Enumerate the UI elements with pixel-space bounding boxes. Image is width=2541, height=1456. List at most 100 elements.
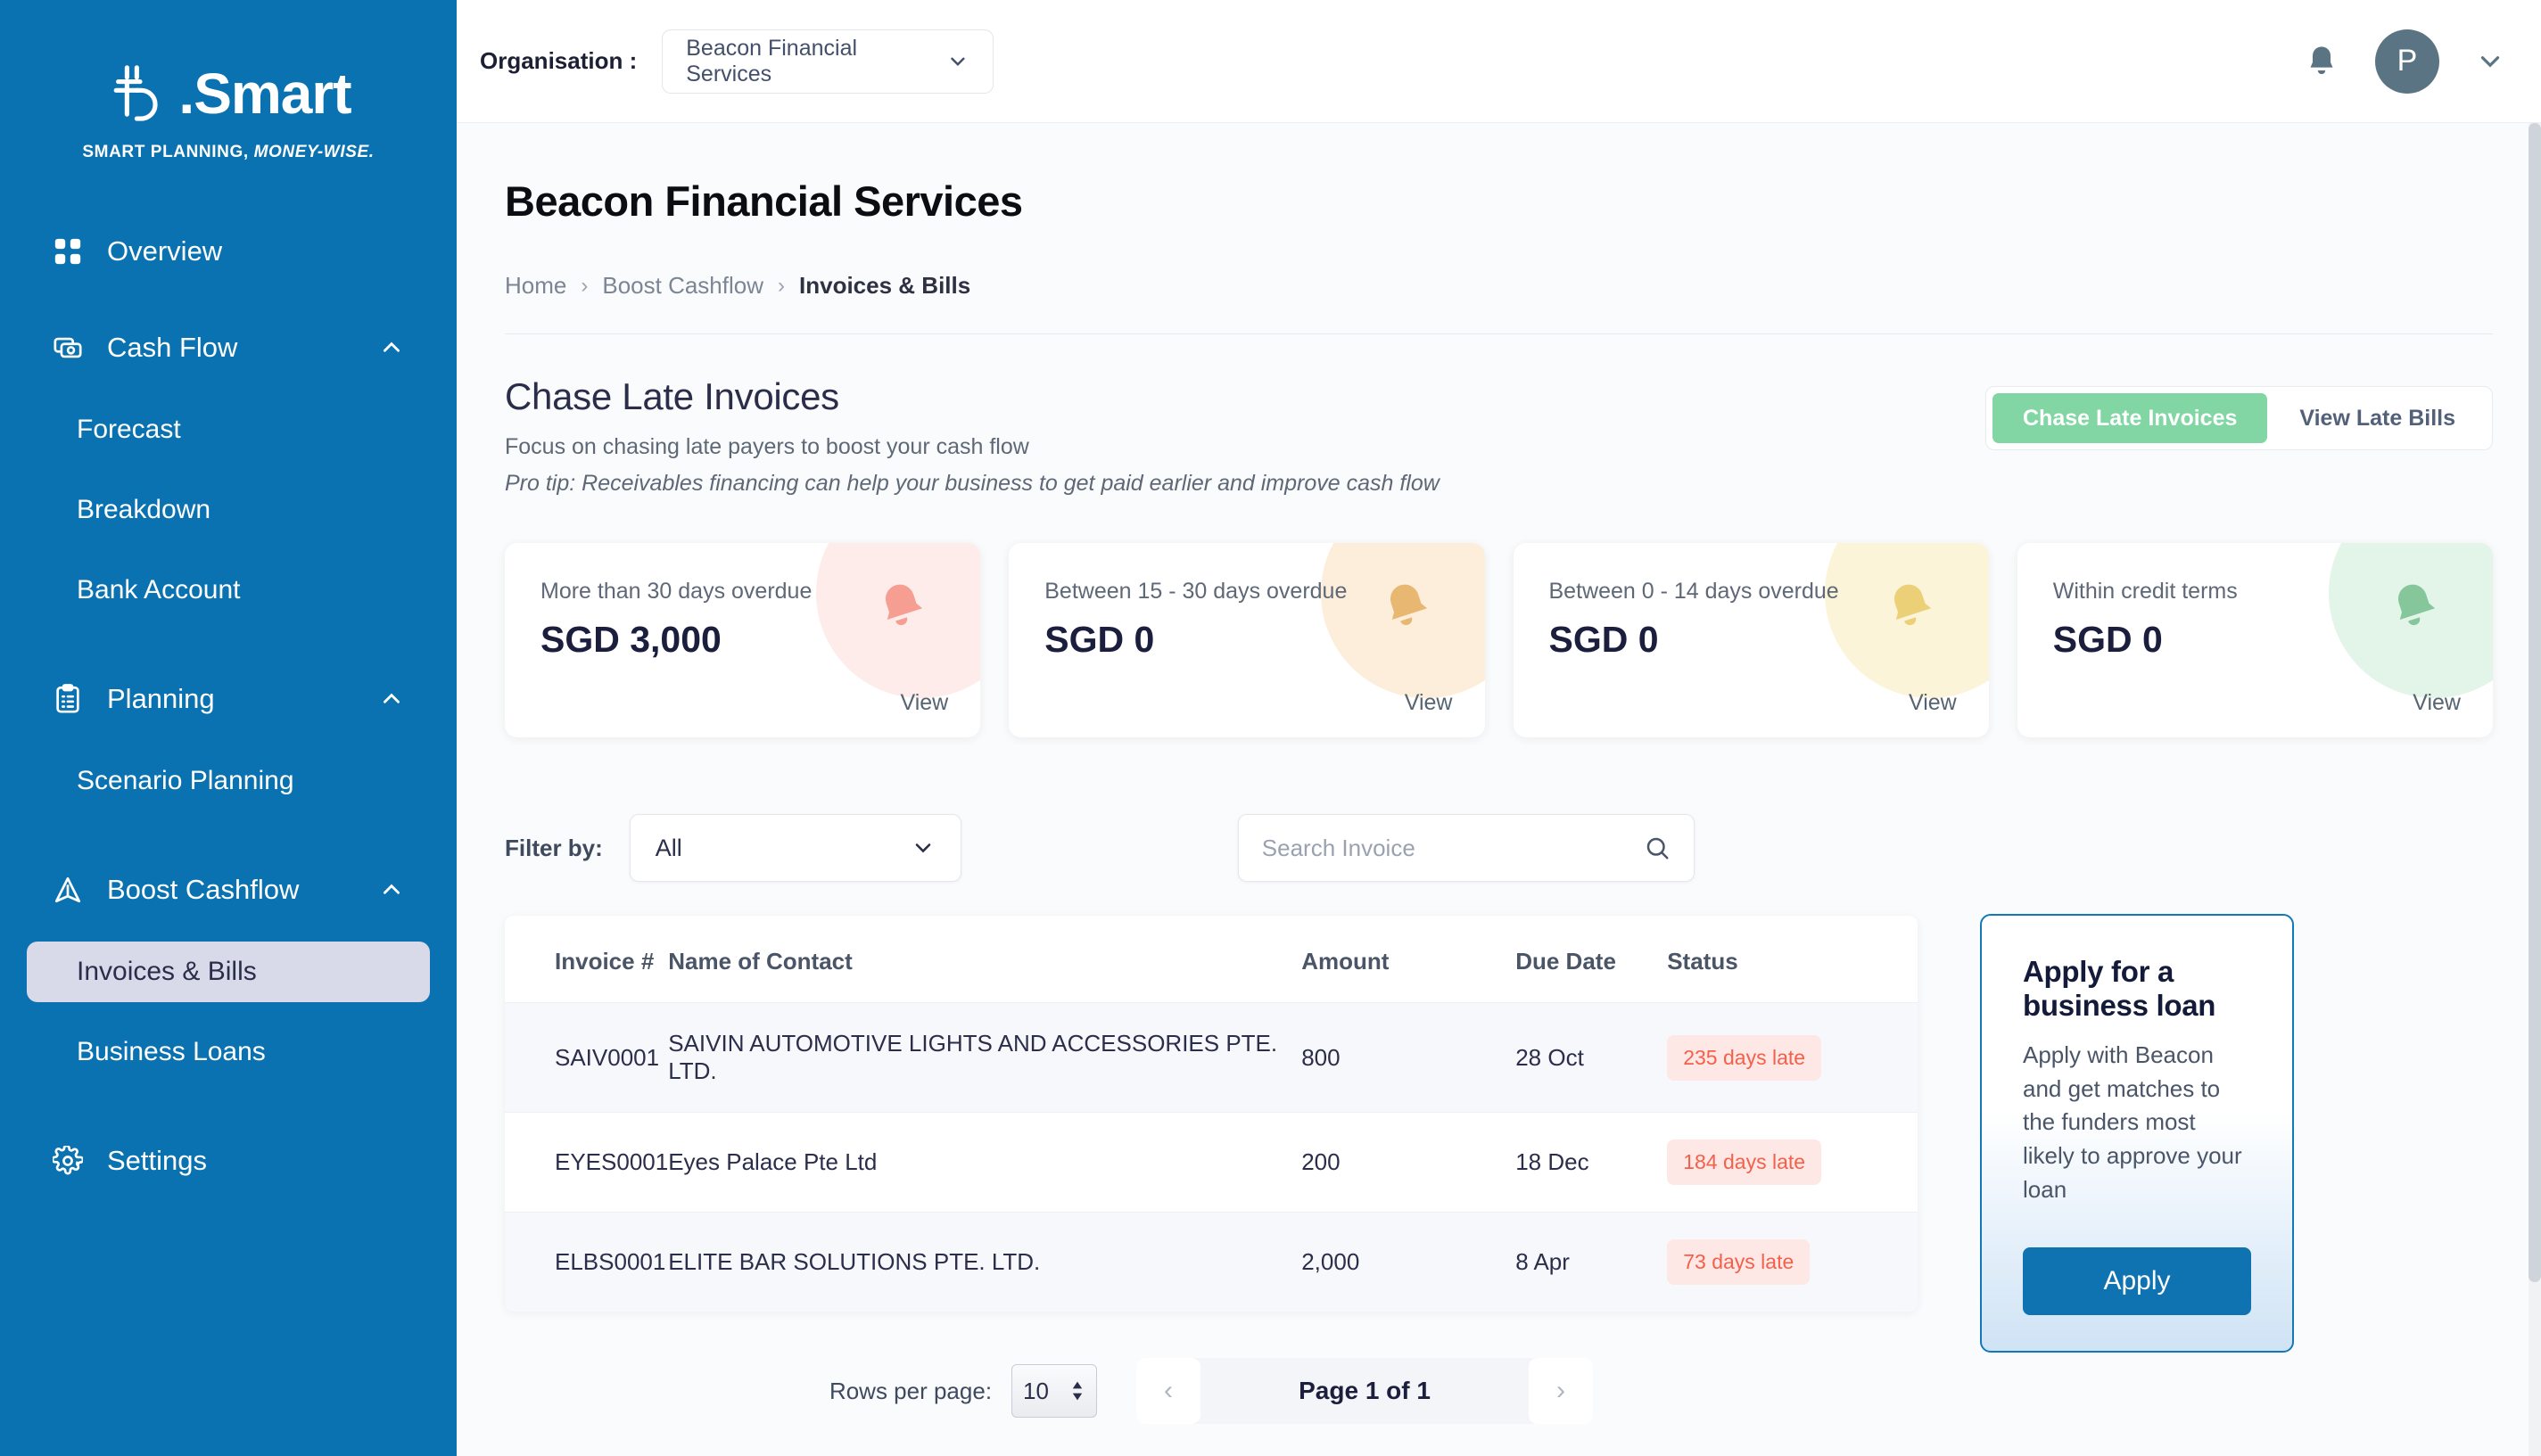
search-input[interactable] xyxy=(1261,834,1644,862)
sidebar-group-planning[interactable]: Planning xyxy=(27,667,430,731)
app-root: .Smart SMART PLANNING, MONEY-WISE. Overv… xyxy=(0,0,2541,1456)
search-icon[interactable] xyxy=(1644,835,1671,861)
sidebar-item-label: Overview xyxy=(107,235,223,267)
boost-icon xyxy=(52,874,84,906)
section-pro-tip: Pro tip: Receivables financing can help … xyxy=(505,471,1440,496)
sidebar-item-breakdown[interactable]: Breakdown xyxy=(27,480,430,540)
cell-contact: Eyes Palace Pte Ltd xyxy=(668,1148,878,1175)
sidebar-group-label: Planning xyxy=(107,683,215,714)
divider xyxy=(505,333,2493,334)
card-label: More than 30 days overdue xyxy=(540,579,813,604)
clipboard-icon xyxy=(52,683,84,715)
cell-due-date: 8 Apr xyxy=(1515,1248,1570,1275)
page-scrollbar[interactable] xyxy=(2529,123,2541,1456)
chevron-down-icon xyxy=(915,843,931,853)
avatar[interactable]: P xyxy=(2375,29,2439,94)
breadcrumb: Home › Boost Cashflow › Invoices & Bills xyxy=(505,272,2493,300)
sidebar-group-label: Cash Flow xyxy=(107,332,238,363)
section-subtitle: Focus on chasing late payers to boost yo… xyxy=(505,434,1029,459)
summary-card-0-14-days[interactable]: Between 0 - 14 days overdue SGD 0 View xyxy=(1513,543,1989,737)
table-row[interactable]: EYES0001 Eyes Palace Pte Ltd 200 18 Dec … xyxy=(505,1112,1918,1213)
avatar-initial: P xyxy=(2397,44,2418,78)
cell-amount: 800 xyxy=(1301,1043,1341,1071)
prev-page-button[interactable]: ‹ xyxy=(1136,1358,1201,1424)
gear-icon xyxy=(52,1145,84,1177)
summary-cards: More than 30 days overdue SGD 3,000 View… xyxy=(505,543,2493,737)
cell-invoice: EYES0001 xyxy=(555,1148,669,1175)
card-view-link[interactable]: View xyxy=(901,690,949,716)
rows-per-page-label: Rows per page: xyxy=(829,1377,993,1404)
filter-selected-value: All xyxy=(655,834,682,861)
sidebar-item-settings[interactable]: Settings xyxy=(27,1129,430,1193)
cell-amount: 2,000 xyxy=(1301,1248,1360,1275)
summary-card-within-credit-terms[interactable]: Within credit terms SGD 0 View xyxy=(2017,543,2493,737)
summary-card-15-30-days[interactable]: Between 15 - 30 days overdue SGD 0 View xyxy=(1009,543,1485,737)
card-value: SGD 0 xyxy=(1548,619,1659,660)
sidebar-group-boost-cashflow[interactable]: Boost Cashflow xyxy=(27,858,430,922)
promo-body: Apply with Beacon and get matches to the… xyxy=(2023,1041,2242,1203)
apply-button[interactable]: Apply xyxy=(2023,1247,2251,1316)
sidebar-item-forecast[interactable]: Forecast xyxy=(27,399,430,460)
sidebar-item-business-loans[interactable]: Business Loans xyxy=(27,1022,430,1082)
breadcrumb-boost-cashflow[interactable]: Boost Cashflow xyxy=(602,272,763,300)
rows-per-page-stepper[interactable]: 10 xyxy=(1011,1364,1098,1418)
breadcrumb-home[interactable]: Home xyxy=(505,272,566,300)
cell-invoice: SAIV0001 xyxy=(555,1043,660,1071)
card-label: Between 0 - 14 days overdue xyxy=(1548,579,1839,604)
chevron-up-icon xyxy=(384,884,400,894)
table-row[interactable]: SAIV0001 SAIVIN AUTOMOTIVE LIGHTS AND AC… xyxy=(505,1002,1918,1113)
card-label: Within credit terms xyxy=(2052,579,2238,604)
notification-bell-icon[interactable] xyxy=(2304,44,2339,79)
card-view-link[interactable]: View xyxy=(1405,690,1453,716)
card-view-link[interactable]: View xyxy=(1909,690,1957,716)
status-badge: 235 days late xyxy=(1667,1034,1822,1081)
cell-amount: 200 xyxy=(1301,1148,1341,1175)
cell-status: 73 days late xyxy=(1667,1213,1918,1312)
logo-tagline: SMART PLANNING, MONEY-WISE. xyxy=(82,143,375,161)
organisation-select[interactable]: Beacon Financial Services xyxy=(662,29,994,94)
pagination-bar: Rows per page: 10 ‹ Page 1 of 1 › xyxy=(505,1358,1918,1424)
sidebar-group-cash-flow[interactable]: Cash Flow xyxy=(27,316,430,380)
organisation-label: Organisation : xyxy=(480,47,638,74)
breadcrumb-separator-icon: › xyxy=(581,273,589,298)
sidebar-item-scenario-planning[interactable]: Scenario Planning xyxy=(27,751,430,811)
sidebar-item-label: Settings xyxy=(107,1145,208,1176)
filter-by-label: Filter by: xyxy=(505,834,603,861)
logo-wordmark: .Smart xyxy=(178,62,351,126)
next-page-button[interactable]: › xyxy=(1529,1358,1594,1424)
breadcrumb-current: Invoices & Bills xyxy=(799,272,971,299)
table-row[interactable]: ELBS0001 ELITE BAR SOLUTIONS PTE. LTD. 2… xyxy=(505,1212,1918,1312)
sidebar-item-overview[interactable]: Overview xyxy=(27,219,430,284)
scrollbar-thumb[interactable] xyxy=(2529,123,2541,1282)
sidebar-group-label: Boost Cashflow xyxy=(107,874,300,905)
tab-chase-late-invoices[interactable]: Chase Late Invoices xyxy=(1992,393,2268,443)
section-header: Chase Late Invoices Focus on chasing lat… xyxy=(505,375,2493,497)
column-contact: Name of Contact xyxy=(668,948,853,975)
summary-card-over-30-days[interactable]: More than 30 days overdue SGD 3,000 View xyxy=(505,543,981,737)
stepper-arrows-icon[interactable] xyxy=(1069,1379,1085,1403)
invoices-table-wrapper: Invoice # Name of Contact Amount Due Dat… xyxy=(505,916,1918,1312)
top-bar: Organisation : Beacon Financial Services… xyxy=(457,0,2541,123)
search-invoice-box[interactable] xyxy=(1237,814,1695,882)
sidebar-item-invoices-bills[interactable]: Invoices & Bills xyxy=(27,942,430,1002)
cell-contact: SAIVIN AUTOMOTIVE LIGHTS AND ACCESSORIES… xyxy=(668,1030,1278,1084)
filter-select[interactable]: All xyxy=(629,814,961,882)
brand-logo: .Smart SMART PLANNING, MONEY-WISE. xyxy=(0,43,457,219)
sidebar: .Smart SMART PLANNING, MONEY-WISE. Overv… xyxy=(0,0,457,1456)
card-value: SGD 3,000 xyxy=(540,619,722,660)
column-due-date: Due Date xyxy=(1515,948,1616,975)
chevron-down-icon[interactable] xyxy=(2475,46,2505,77)
column-invoice: Invoice # xyxy=(555,948,655,975)
main-content: Organisation : Beacon Financial Services… xyxy=(457,0,2541,1456)
pagination-controls: ‹ Page 1 of 1 › xyxy=(1136,1358,1594,1424)
promo-title: Apply for a business loan xyxy=(2023,955,2216,1022)
grid-icon xyxy=(52,235,84,267)
card-view-link[interactable]: View xyxy=(2413,690,2461,716)
sidebar-item-bank-account[interactable]: Bank Account xyxy=(27,560,430,621)
cell-status: 184 days late xyxy=(1667,1113,1918,1213)
column-status: Status xyxy=(1667,948,1738,975)
tab-view-late-bills[interactable]: View Late Bills xyxy=(2269,393,2486,443)
view-toggle-group: Chase Late Invoices View Late Bills xyxy=(1985,386,2493,450)
invoices-table: Invoice # Name of Contact Amount Due Dat… xyxy=(505,916,1918,1312)
chevron-down-icon xyxy=(951,57,966,66)
